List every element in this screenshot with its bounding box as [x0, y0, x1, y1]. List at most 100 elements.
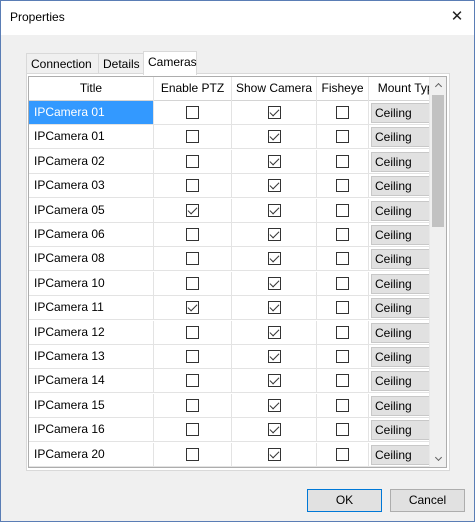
camera-title-cell[interactable]: IPCamera 12 — [29, 320, 154, 345]
enable-ptz-checkbox[interactable] — [186, 130, 199, 144]
table-row[interactable]: IPCamera 12 Ceiling — [29, 320, 446, 345]
table-row[interactable]: IPCamera 01 Ceiling — [29, 101, 446, 125]
fisheye-checkbox[interactable] — [336, 325, 349, 339]
show-camera-checkbox[interactable] — [268, 350, 281, 363]
camera-title-cell[interactable]: IPCamera 01 — [29, 101, 154, 125]
column-header-enable-ptz[interactable]: Enable PTZ — [154, 77, 232, 101]
enable-ptz-checkbox[interactable] — [186, 106, 199, 119]
ptz-cell — [154, 320, 232, 345]
enable-ptz-checkbox[interactable] — [186, 179, 199, 193]
column-header-show-camera[interactable]: Show Camera — [232, 77, 317, 101]
vertical-scrollbar[interactable] — [429, 77, 446, 467]
enable-ptz-checkbox[interactable] — [186, 154, 199, 168]
enable-ptz-checkbox[interactable] — [186, 203, 199, 217]
mount-type-value: Ceiling — [375, 325, 412, 340]
camera-title-cell[interactable]: IPCamera 11 — [29, 296, 154, 321]
fisheye-checkbox[interactable] — [336, 130, 349, 144]
mount-type-value: Ceiling — [375, 252, 412, 267]
ptz-cell — [154, 369, 232, 394]
fisheye-checkbox[interactable] — [336, 154, 349, 168]
tab-details[interactable]: Details — [98, 53, 144, 74]
show-camera-checkbox[interactable] — [268, 130, 281, 144]
table-row[interactable]: IPCamera 06 Ceiling — [29, 223, 446, 247]
show-camera-checkbox[interactable] — [268, 301, 281, 315]
show-cell — [232, 296, 317, 321]
camera-title-cell[interactable]: IPCamera 08 — [29, 247, 154, 272]
camera-title-cell[interactable]: IPCamera 20 — [29, 442, 154, 467]
show-camera-checkbox[interactable] — [268, 325, 281, 339]
table-row[interactable]: IPCamera 16 Ceiling — [29, 418, 446, 443]
enable-ptz-checkbox[interactable] — [186, 374, 199, 388]
table-row[interactable]: IPCamera 15 Ceiling — [29, 393, 446, 418]
scroll-thumb[interactable] — [432, 95, 444, 227]
table-row[interactable]: IPCamera 05 Ceiling — [29, 198, 446, 223]
show-camera-checkbox[interactable] — [268, 398, 281, 412]
enable-ptz-checkbox[interactable] — [186, 252, 199, 266]
enable-ptz-checkbox[interactable] — [186, 447, 199, 461]
show-camera-checkbox[interactable] — [268, 154, 281, 168]
camera-title-cell[interactable]: IPCamera 15 — [29, 393, 154, 418]
fisheye-checkbox[interactable] — [336, 252, 349, 266]
table-row[interactable]: IPCamera 11 Ceiling — [29, 296, 446, 321]
ptz-cell — [154, 223, 232, 247]
camera-title-cell[interactable]: IPCamera 16 — [29, 418, 154, 443]
fisheye-checkbox[interactable] — [336, 106, 349, 119]
column-header-title[interactable]: Title — [29, 77, 154, 101]
table-row[interactable]: IPCamera 14 Ceiling — [29, 369, 446, 394]
table-row[interactable]: IPCamera 10 Ceiling — [29, 271, 446, 296]
show-camera-checkbox[interactable] — [268, 447, 281, 461]
enable-ptz-checkbox[interactable] — [186, 350, 199, 363]
show-cell — [232, 369, 317, 394]
camera-title-cell[interactable]: IPCamera 14 — [29, 369, 154, 394]
fisheye-checkbox[interactable] — [336, 301, 349, 315]
table-row[interactable]: IPCamera 03 Ceiling — [29, 174, 446, 199]
ptz-cell — [154, 393, 232, 418]
camera-title-cell[interactable]: IPCamera 13 — [29, 345, 154, 369]
enable-ptz-checkbox[interactable] — [186, 228, 199, 241]
table-row[interactable]: IPCamera 20 Ceiling — [29, 442, 446, 467]
show-camera-checkbox[interactable] — [268, 276, 281, 290]
fisheye-checkbox[interactable] — [336, 447, 349, 461]
table-row[interactable]: IPCamera 01 Ceiling — [29, 125, 446, 150]
camera-title-cell[interactable]: IPCamera 05 — [29, 198, 154, 223]
show-camera-checkbox[interactable] — [268, 106, 281, 119]
ptz-cell — [154, 198, 232, 223]
column-header-fisheye[interactable]: Fisheye — [317, 77, 369, 101]
fisheye-checkbox[interactable] — [336, 179, 349, 193]
ok-button[interactable]: OK — [307, 489, 382, 512]
enable-ptz-checkbox[interactable] — [186, 398, 199, 412]
cancel-button[interactable]: Cancel — [390, 489, 465, 512]
camera-title-cell[interactable]: IPCamera 01 — [29, 125, 154, 150]
camera-title-cell[interactable]: IPCamera 02 — [29, 149, 154, 174]
camera-title-cell[interactable]: IPCamera 10 — [29, 271, 154, 296]
fisheye-checkbox[interactable] — [336, 374, 349, 388]
mount-type-value: Ceiling — [375, 301, 412, 316]
tab-cameras[interactable]: Cameras — [143, 51, 197, 75]
tab-connection[interactable]: Connection — [26, 53, 99, 74]
table-row[interactable]: IPCamera 13 Ceiling — [29, 345, 446, 369]
camera-title-cell[interactable]: IPCamera 03 — [29, 174, 154, 199]
show-camera-checkbox[interactable] — [268, 228, 281, 241]
fisheye-checkbox[interactable] — [336, 228, 349, 241]
fisheye-checkbox[interactable] — [336, 398, 349, 412]
enable-ptz-checkbox[interactable] — [186, 325, 199, 339]
show-camera-checkbox[interactable] — [268, 374, 281, 388]
chevron-down-icon[interactable] — [430, 450, 446, 467]
camera-title-cell[interactable]: IPCamera 06 — [29, 223, 154, 247]
fisheye-checkbox[interactable] — [336, 423, 349, 437]
enable-ptz-checkbox[interactable] — [186, 276, 199, 290]
fisheye-checkbox[interactable] — [336, 276, 349, 290]
enable-ptz-checkbox[interactable] — [186, 423, 199, 437]
show-camera-checkbox[interactable] — [268, 179, 281, 193]
close-icon[interactable]: ✕ — [444, 5, 470, 29]
show-camera-checkbox[interactable] — [268, 203, 281, 217]
table-row[interactable]: IPCamera 08 Ceiling — [29, 247, 446, 272]
chevron-up-icon[interactable] — [430, 77, 446, 94]
enable-ptz-checkbox[interactable] — [186, 301, 199, 315]
show-camera-checkbox[interactable] — [268, 252, 281, 266]
fisheye-checkbox[interactable] — [336, 203, 349, 217]
show-camera-checkbox[interactable] — [268, 423, 281, 437]
fisheye-checkbox[interactable] — [336, 350, 349, 363]
table-row[interactable]: IPCamera 02 Ceiling — [29, 149, 446, 174]
fisheye-cell — [317, 125, 369, 150]
